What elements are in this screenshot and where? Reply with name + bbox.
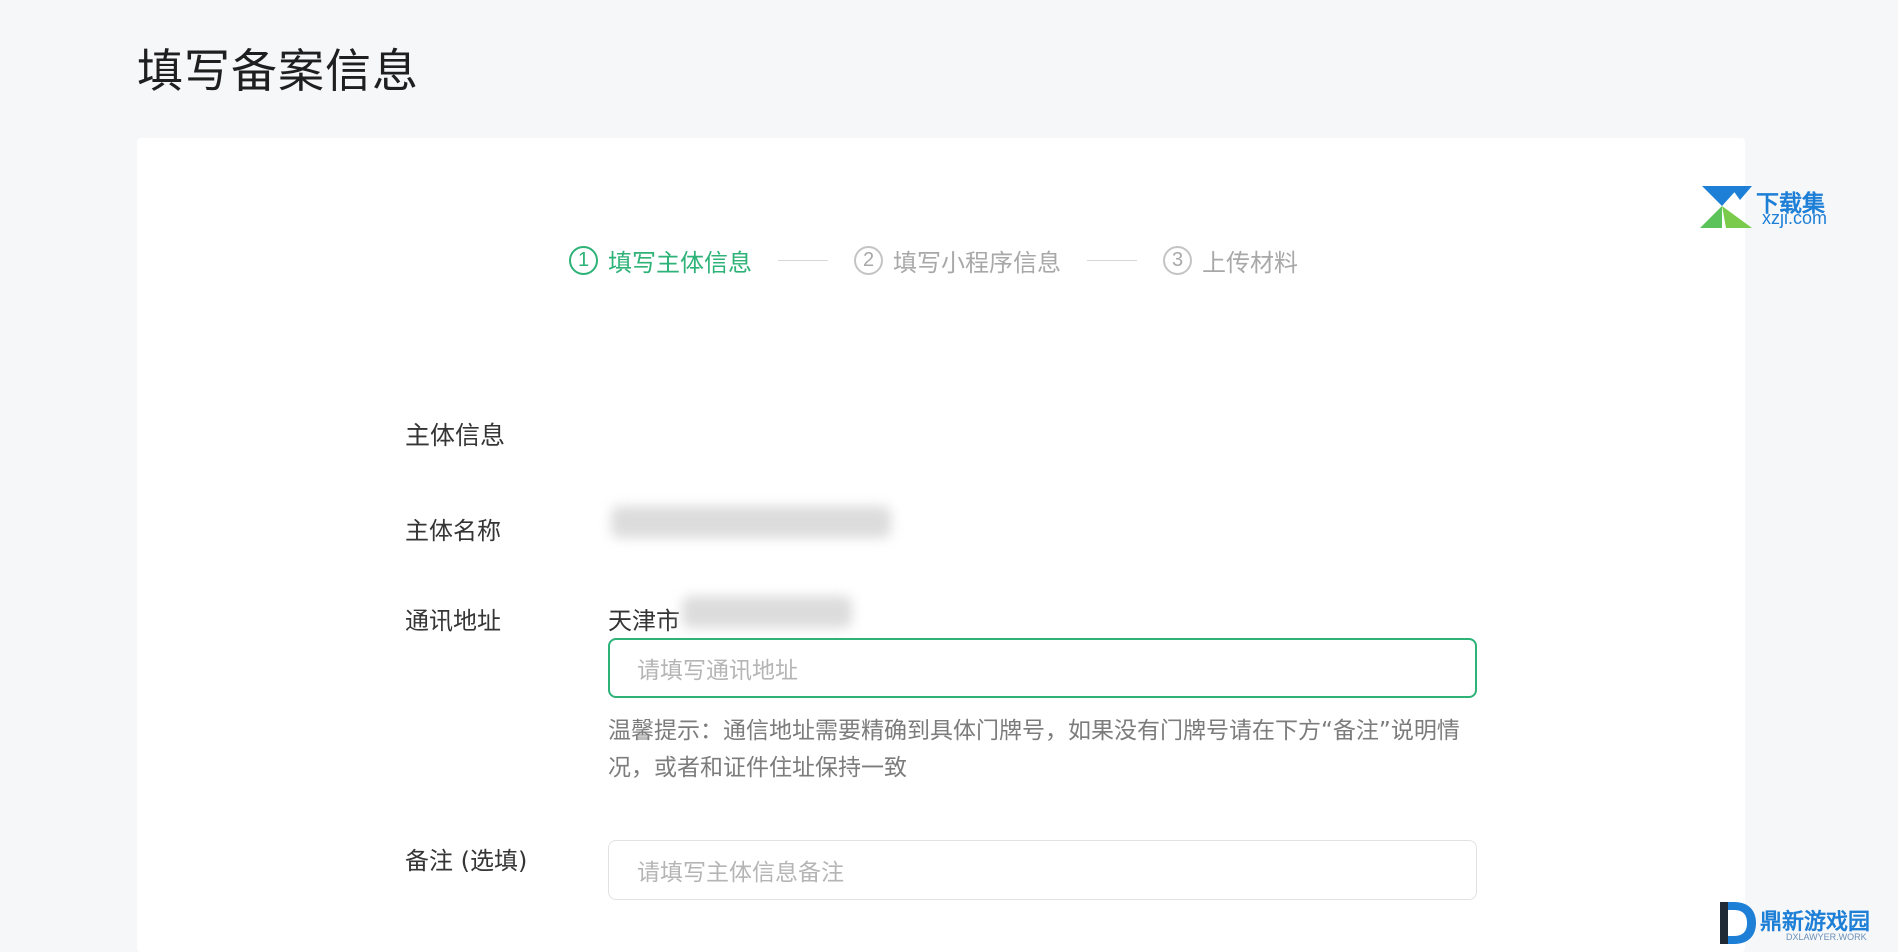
address-label: 通讯地址	[405, 607, 501, 635]
step-connector	[1087, 260, 1137, 261]
watermark-bottom-sub: DXLAWYER.WORK	[1786, 932, 1867, 942]
entity-name-value-redacted	[611, 506, 891, 538]
remark-input[interactable]: 请填写主体信息备注	[608, 840, 1477, 900]
watermark-logo-icon	[1700, 186, 1752, 228]
watermark-top: 下载集 xzji.com	[1700, 184, 1850, 234]
watermark-top-url: xzji.com	[1762, 208, 1828, 228]
entity-name-label: 主体名称	[405, 517, 501, 545]
step-indicator: 1 填写主体信息 2 填写小程序信息 3 上传材料	[569, 243, 1298, 278]
section-title: 主体信息	[405, 421, 506, 450]
address-region: 天津市	[608, 607, 680, 635]
step-3-number: 3	[1163, 246, 1192, 275]
watermark-d-logo-icon	[1720, 902, 1756, 944]
step-2: 2 填写小程序信息	[854, 243, 1061, 278]
step-3: 3 上传材料	[1163, 243, 1298, 278]
step-connector	[778, 260, 828, 261]
form-card: 1 填写主体信息 2 填写小程序信息 3 上传材料 主体信息 主体名称 通讯地址…	[137, 138, 1745, 952]
step-2-label: 填写小程序信息	[893, 249, 1061, 277]
step-3-label: 上传材料	[1202, 249, 1298, 277]
step-1: 1 填写主体信息	[569, 243, 752, 278]
address-hint: 温馨提示：通信地址需要精确到具体门牌号，如果没有门牌号请在下方“备注”说明情况，…	[608, 718, 1460, 781]
step-1-number: 1	[569, 246, 598, 275]
step-2-number: 2	[854, 246, 883, 275]
watermark-bottom: 鼎新游戏园 DXLAWYER.WORK	[1716, 900, 1896, 948]
page-title: 填写备案信息	[137, 44, 419, 98]
remark-label: 备注 (选填)	[405, 847, 528, 875]
step-1-label: 填写主体信息	[608, 249, 752, 277]
address-input[interactable]: 请填写通讯地址	[608, 638, 1477, 698]
address-region-redacted	[682, 596, 852, 628]
